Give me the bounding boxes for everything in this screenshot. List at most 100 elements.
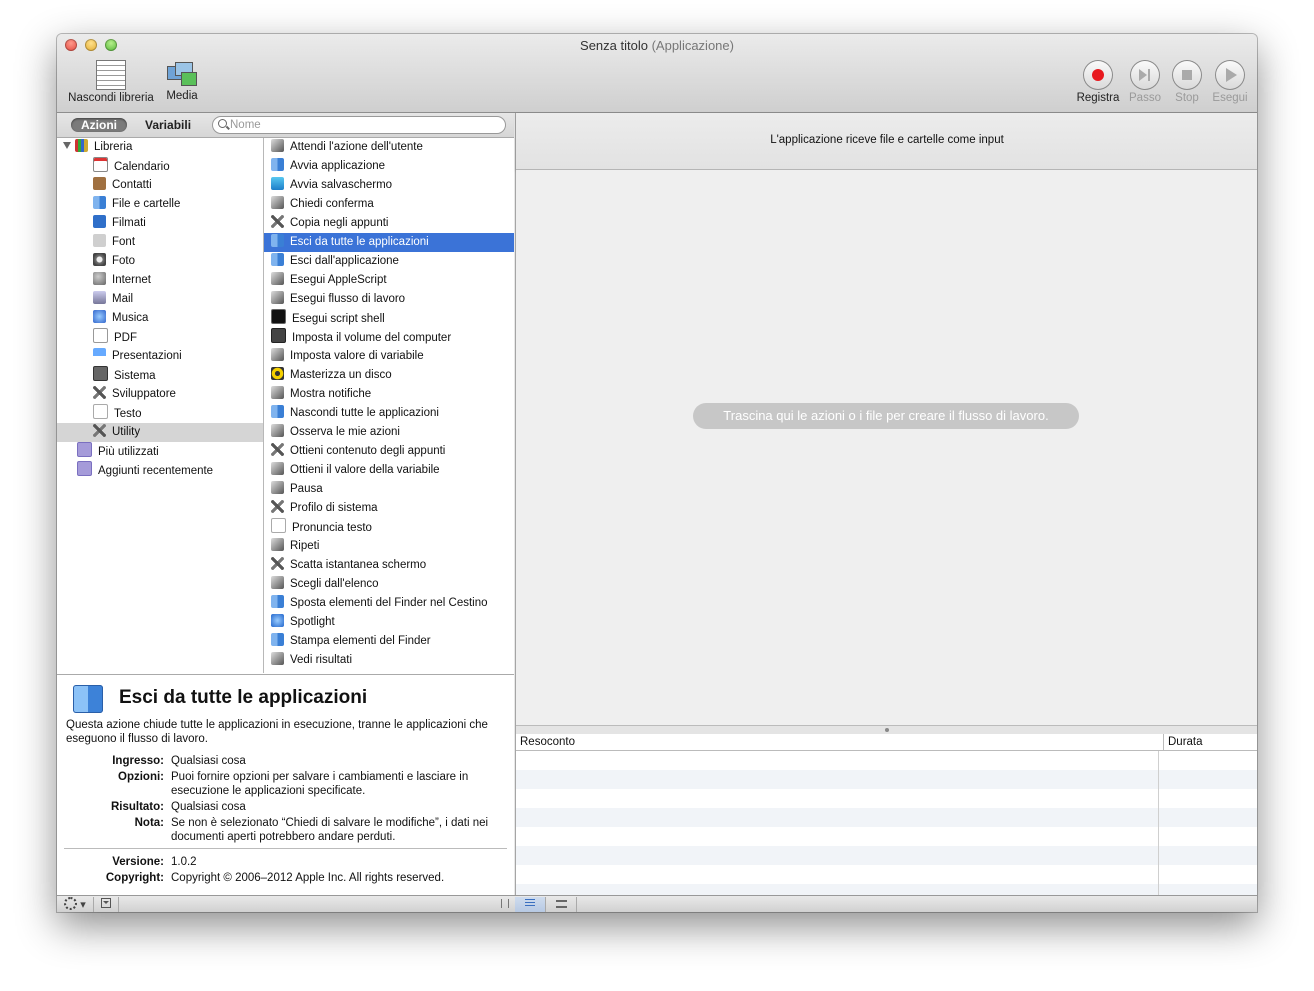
- action-item[interactable]: Esegui script shell: [264, 309, 514, 328]
- step-label: Passo: [1129, 92, 1161, 104]
- automator-robot-icon: [271, 424, 284, 437]
- library-item-files-folders[interactable]: File e cartelle: [57, 195, 263, 214]
- library-item-presentations[interactable]: Presentazioni: [57, 347, 263, 366]
- search-input[interactable]: [230, 117, 495, 133]
- library-item-photos[interactable]: Foto: [57, 252, 263, 271]
- tab-actions[interactable]: Azioni: [71, 118, 127, 132]
- description-toggle-button[interactable]: [94, 897, 119, 912]
- workflow-drop-area[interactable]: Trascina qui le azioni o i file per crea…: [516, 170, 1257, 725]
- action-item[interactable]: Pronuncia testo: [264, 518, 514, 537]
- library-item-pdf[interactable]: PDF: [57, 328, 263, 347]
- library-item-label: Musica: [112, 312, 149, 324]
- library-item-most-used[interactable]: Più utilizzati: [57, 442, 263, 461]
- automator-robot-icon: [271, 139, 284, 152]
- library-item-utility[interactable]: Utility: [57, 423, 263, 442]
- action-item-label: Esegui AppleScript: [290, 274, 387, 286]
- action-item[interactable]: Vedi risultati: [264, 651, 514, 670]
- splitter-grip-icon: [885, 728, 889, 732]
- description-title: Esci da tutte le applicazioni: [119, 687, 368, 708]
- action-item[interactable]: Esegui flusso di lavoro: [264, 290, 514, 309]
- finder-icon: [271, 158, 284, 171]
- action-item-label: Ottieni il valore della variabile: [290, 464, 440, 476]
- calendar-icon: [93, 157, 108, 172]
- action-item[interactable]: Ottieni il valore della variabile: [264, 461, 514, 480]
- action-item-label: Chiedi conferma: [290, 198, 374, 210]
- description-text: Questa azione chiude tutte le applicazio…: [66, 719, 488, 745]
- hide-library-button[interactable]: Nascondi libreria: [65, 60, 157, 104]
- library-item-music[interactable]: Musica: [57, 309, 263, 328]
- titlebar: Senza titolo (Applicazione) Nascondi lib…: [57, 34, 1257, 113]
- step-button[interactable]: Passo: [1121, 60, 1169, 104]
- media-label: Media: [166, 90, 198, 102]
- library-item-text[interactable]: Testo: [57, 404, 263, 423]
- action-item[interactable]: Ripeti: [264, 537, 514, 556]
- action-item[interactable]: Attendi l'azione dell'utente: [264, 138, 514, 157]
- action-item[interactable]: Profilo di sistema: [264, 499, 514, 518]
- tools-icon: [271, 215, 284, 228]
- run-button[interactable]: Esegui: [1207, 60, 1253, 104]
- automator-window: Senza titolo (Applicazione) Nascondi lib…: [57, 34, 1257, 912]
- action-item[interactable]: Stampa elementi del Finder: [264, 632, 514, 651]
- log-view-button[interactable]: [515, 897, 546, 912]
- library-item-internet[interactable]: Internet: [57, 271, 263, 290]
- media-button[interactable]: Media: [161, 60, 203, 102]
- action-item[interactable]: Ottieni contenuto degli appunti: [264, 442, 514, 461]
- library-item-calendar[interactable]: Calendario: [57, 157, 263, 176]
- action-item-label: Ottieni contenuto degli appunti: [290, 445, 446, 457]
- action-item[interactable]: Pausa: [264, 480, 514, 499]
- action-item[interactable]: Chiedi conferma: [264, 195, 514, 214]
- disclosure-triangle-icon[interactable]: [63, 142, 71, 149]
- hide-library-label: Nascondi libreria: [68, 92, 154, 104]
- tools-icon: [271, 500, 284, 513]
- stop-button[interactable]: Stop: [1165, 60, 1209, 104]
- action-item[interactable]: Scegli dall'elenco: [264, 575, 514, 594]
- action-item-selected[interactable]: Esci da tutte le applicazioni: [264, 233, 514, 252]
- automator-robot-icon: [271, 386, 284, 399]
- action-item-label: Ripeti: [290, 540, 320, 552]
- library-item-label: Presentazioni: [112, 350, 182, 362]
- action-item[interactable]: Imposta valore di variabile: [264, 347, 514, 366]
- library-item-label: Aggiunti recentemente: [98, 465, 214, 477]
- action-menu-button[interactable]: ▾: [57, 897, 94, 912]
- action-item[interactable]: Scatta istantanea schermo: [264, 556, 514, 575]
- stop-icon: [1182, 70, 1192, 80]
- automator-robot-icon: [271, 652, 284, 665]
- pane-resize-handle[interactable]: [497, 897, 513, 912]
- variables-view-button[interactable]: [546, 897, 577, 912]
- copyright-value: Copyright © 2006–2012 Apple Inc. All rig…: [171, 872, 445, 884]
- automator-robot-icon: [271, 291, 284, 304]
- log-column-report[interactable]: Resoconto: [520, 734, 575, 750]
- library-item-label: Calendario: [114, 161, 170, 173]
- action-item[interactable]: Masterizza un disco: [264, 366, 514, 385]
- action-item[interactable]: Avvia applicazione: [264, 157, 514, 176]
- library-item-label: Mail: [112, 293, 134, 305]
- library-item-movies[interactable]: Filmati: [57, 214, 263, 233]
- action-item-label: Nascondi tutte le applicazioni: [290, 407, 439, 419]
- library-item-fonts[interactable]: Font: [57, 233, 263, 252]
- library-item-mail[interactable]: Mail: [57, 290, 263, 309]
- tab-variables[interactable]: Variabili: [135, 118, 201, 132]
- action-item[interactable]: Avvia salvaschermo: [264, 176, 514, 195]
- log-table-header: Resoconto Durata: [516, 734, 1257, 751]
- library-item-contacts[interactable]: Contatti: [57, 176, 263, 195]
- library-root[interactable]: Libreria: [57, 138, 263, 157]
- action-item[interactable]: Spotlight: [264, 613, 514, 632]
- library-root-label: Libreria: [94, 141, 133, 153]
- action-item[interactable]: Copia negli appunti: [264, 214, 514, 233]
- action-description: Esci da tutte le applicazioni Questa azi…: [57, 674, 514, 896]
- action-item[interactable]: Osserva le mie azioni: [264, 423, 514, 442]
- library-item-label: Sviluppatore: [112, 388, 176, 400]
- action-item[interactable]: Imposta il volume del computer: [264, 328, 514, 347]
- action-item[interactable]: Nascondi tutte le applicazioni: [264, 404, 514, 423]
- log-column-duration[interactable]: Durata: [1163, 734, 1203, 750]
- action-item[interactable]: Esegui AppleScript: [264, 271, 514, 290]
- action-item[interactable]: Esci dall'applicazione: [264, 252, 514, 271]
- font-icon: [93, 234, 106, 247]
- library-item-system[interactable]: Sistema: [57, 366, 263, 385]
- search-field[interactable]: [212, 116, 506, 134]
- action-item[interactable]: Mostra notifiche: [264, 385, 514, 404]
- action-item[interactable]: Sposta elementi del Finder nel Cestino: [264, 594, 514, 613]
- library-item-developer[interactable]: Sviluppatore: [57, 385, 263, 404]
- library-item-recently-added[interactable]: Aggiunti recentemente: [57, 461, 263, 480]
- record-button[interactable]: Registra: [1073, 60, 1123, 104]
